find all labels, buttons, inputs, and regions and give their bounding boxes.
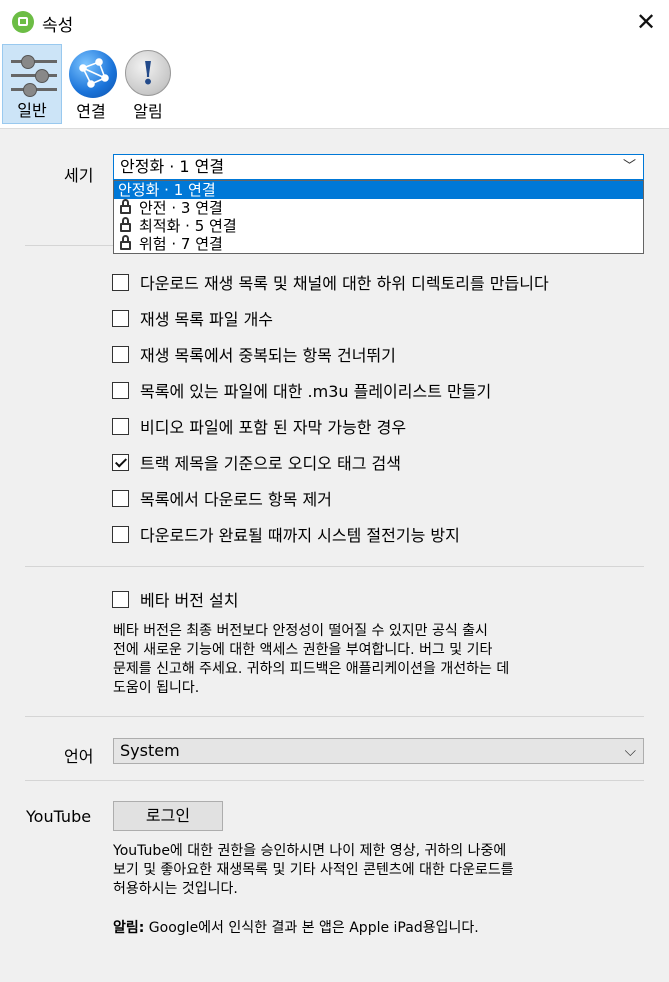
chevron-down-icon: ⌵ bbox=[624, 742, 636, 760]
lock-icon bbox=[120, 235, 131, 250]
youtube-label: YouTube bbox=[26, 807, 92, 826]
checkbox[interactable] bbox=[112, 489, 129, 507]
lock-icon bbox=[120, 199, 131, 214]
size-option[interactable]: 안정화 · 1 연결 bbox=[114, 181, 643, 199]
toolbar: 일반 연결 ! 알림 bbox=[0, 44, 669, 129]
size-select-value: 안정화 · 1 연결 bbox=[120, 157, 225, 176]
sliders-icon bbox=[11, 53, 57, 97]
option-embedded-subtitles[interactable]: 비디오 파일에 포함 된 자막 가능한 경우 bbox=[112, 414, 406, 438]
divider bbox=[25, 716, 644, 717]
chevron-down-icon: ﹀ bbox=[622, 159, 636, 174]
checkbox[interactable] bbox=[112, 273, 129, 291]
option-m3u-playlist[interactable]: 목록에 있는 파일에 대한 .m3u 플레이리스트 만들기 bbox=[112, 378, 491, 402]
option-playlist-count[interactable]: 재생 목록 파일 개수 bbox=[112, 306, 273, 330]
beta-description: 베타 버전은 최종 버전보다 안정성이 떨어질 수 있지만 공식 출시 전에 새… bbox=[113, 623, 510, 696]
tab-general[interactable]: 일반 bbox=[2, 44, 62, 124]
tab-connection-label: 연결 bbox=[76, 102, 106, 121]
option-skip-duplicates[interactable]: 재생 목록에서 중복되는 항목 건너뛰기 bbox=[112, 342, 396, 366]
window-title: 속성 bbox=[42, 16, 74, 36]
login-button[interactable]: 로그인 bbox=[113, 801, 223, 831]
checkbox[interactable] bbox=[112, 345, 129, 363]
close-button[interactable]: ✕ bbox=[623, 0, 669, 44]
divider bbox=[25, 245, 113, 246]
note-text: Google에서 인식한 결과 본 앱은 Apple iPad용입니다. bbox=[144, 920, 479, 936]
size-option[interactable]: 안전 · 3 연결 bbox=[114, 199, 643, 217]
close-icon: ✕ bbox=[635, 8, 657, 36]
size-dropdown-list: 안정화 · 1 연결 안전 · 3 연결 최적화 · 5 연결 위험 · 7 연… bbox=[113, 180, 644, 254]
option-audio-tag-search[interactable]: 트랙 제목을 기준으로 오디오 태그 검색 bbox=[112, 450, 401, 474]
option-remove-from-list[interactable]: 목록에서 다운로드 항목 제거 bbox=[112, 486, 332, 510]
language-select-value: System bbox=[120, 741, 180, 760]
checkbox[interactable] bbox=[112, 417, 129, 435]
language-select[interactable]: System ⌵ bbox=[113, 738, 644, 764]
language-label: 언어 bbox=[64, 747, 94, 766]
divider bbox=[25, 780, 644, 781]
tab-alerts-label: 알림 bbox=[133, 102, 163, 121]
tab-connection[interactable]: 연결 bbox=[62, 44, 120, 124]
option-beta[interactable]: 베타 버전 설치 bbox=[112, 587, 239, 611]
exclamation-icon: ! bbox=[125, 50, 171, 96]
app-icon bbox=[12, 11, 34, 33]
size-label: 세기 bbox=[64, 166, 94, 185]
checkbox[interactable] bbox=[112, 381, 129, 399]
tab-general-label: 일반 bbox=[17, 101, 47, 120]
title-bar: 속성 ✕ bbox=[0, 0, 669, 44]
size-option[interactable]: 최적화 · 5 연결 bbox=[114, 217, 643, 235]
note-label: 알림: bbox=[113, 920, 145, 936]
checkbox[interactable] bbox=[112, 309, 129, 327]
tab-alerts[interactable]: ! 알림 bbox=[122, 44, 174, 124]
divider bbox=[25, 566, 644, 567]
checkbox[interactable] bbox=[112, 590, 129, 608]
checkbox-checked[interactable] bbox=[112, 453, 129, 471]
globe-network-icon bbox=[69, 50, 117, 98]
checkbox[interactable] bbox=[112, 525, 129, 543]
youtube-description: YouTube에 대한 권한을 승인하시면 나이 제한 영상, 귀하의 나중에 … bbox=[113, 843, 514, 897]
youtube-note: 알림: Google에서 인식한 결과 본 앱은 Apple iPad용입니다. bbox=[113, 919, 479, 938]
size-option[interactable]: 위험 · 7 연결 bbox=[114, 235, 643, 253]
lock-icon bbox=[120, 217, 131, 232]
size-select[interactable]: 안정화 · 1 연결 ﹀ bbox=[113, 154, 644, 180]
option-prevent-sleep[interactable]: 다운로드가 완료될 때까지 시스템 절전기능 방지 bbox=[112, 522, 460, 546]
option-subdirectories[interactable]: 다운로드 재생 목록 및 채널에 대한 하위 디렉토리를 만듭니다 bbox=[112, 270, 549, 294]
